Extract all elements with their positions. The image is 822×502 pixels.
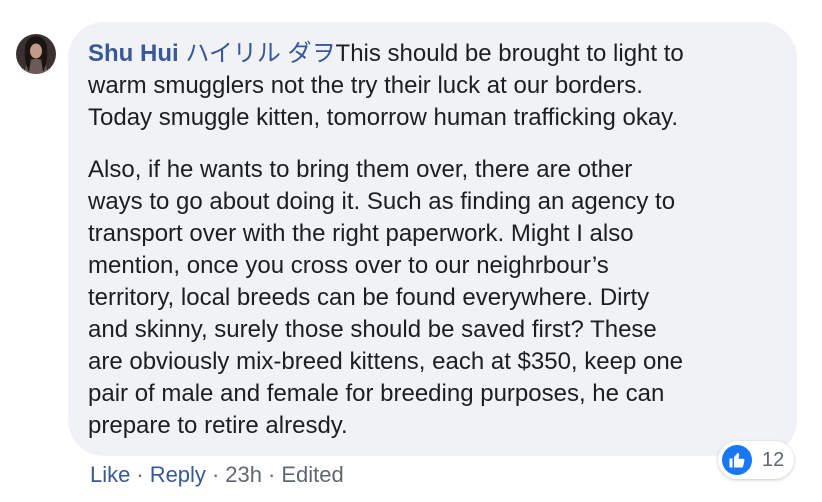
avatar[interactable] [16, 34, 56, 74]
comment-actions: Like · Reply · 23h · Edited [90, 458, 344, 492]
comment-paragraph-1: Shu Hui ハイリル ダヲThis should be brought to… [88, 38, 781, 134]
thumbs-up-icon [722, 445, 752, 475]
comment-line: prepare to retire alresdy. [88, 412, 348, 439]
author-name[interactable]: Shu Hui [88, 40, 179, 67]
comment-line: territory, local breeds can be found eve… [88, 284, 650, 311]
separator: · [136, 462, 144, 487]
author-alt-name[interactable]: ハイリル ダヲ [185, 40, 335, 67]
edited-label[interactable]: Edited [281, 462, 343, 487]
comment-line: transport over with the right paperwork.… [88, 220, 634, 247]
comment-line: are obviously mix-breed kittens, each at… [88, 348, 684, 375]
comment-line: mention, once you cross over to our neig… [88, 252, 609, 279]
separator: · [267, 462, 276, 487]
reply-link[interactable]: Reply [150, 462, 206, 487]
avatar-image [16, 34, 56, 74]
reaction-count: 12 [762, 448, 785, 471]
comment-line: Today smuggle kitten, tomorrow human tra… [88, 104, 679, 131]
separator: · [211, 462, 220, 487]
comment-paragraph-2: Also, if he wants to bring them over, th… [88, 154, 781, 442]
comment-line: Also, if he wants to bring them over, th… [88, 156, 633, 183]
comment-line: and skinny, surely those should be saved… [88, 316, 657, 343]
comment-line: Shu Hui ハイリル ダヲThis should be brought to… [88, 38, 781, 70]
timestamp[interactable]: 23h [225, 462, 262, 487]
comment-line: pair of male and female for breeding pur… [88, 380, 665, 407]
comment-line: warm smugglers not the try their luck at… [88, 72, 643, 99]
comment-text: This should be brought to light to [335, 40, 684, 67]
reaction-summary[interactable]: 12 [718, 441, 795, 479]
comment-bubble: Shu Hui ハイリル ダヲThis should be brought to… [68, 22, 797, 456]
comment-line: ways to go about doing it. Such as findi… [88, 188, 676, 215]
comment: Shu Hui ハイリル ダヲThis should be brought to… [0, 0, 822, 502]
like-link[interactable]: Like [90, 462, 130, 487]
